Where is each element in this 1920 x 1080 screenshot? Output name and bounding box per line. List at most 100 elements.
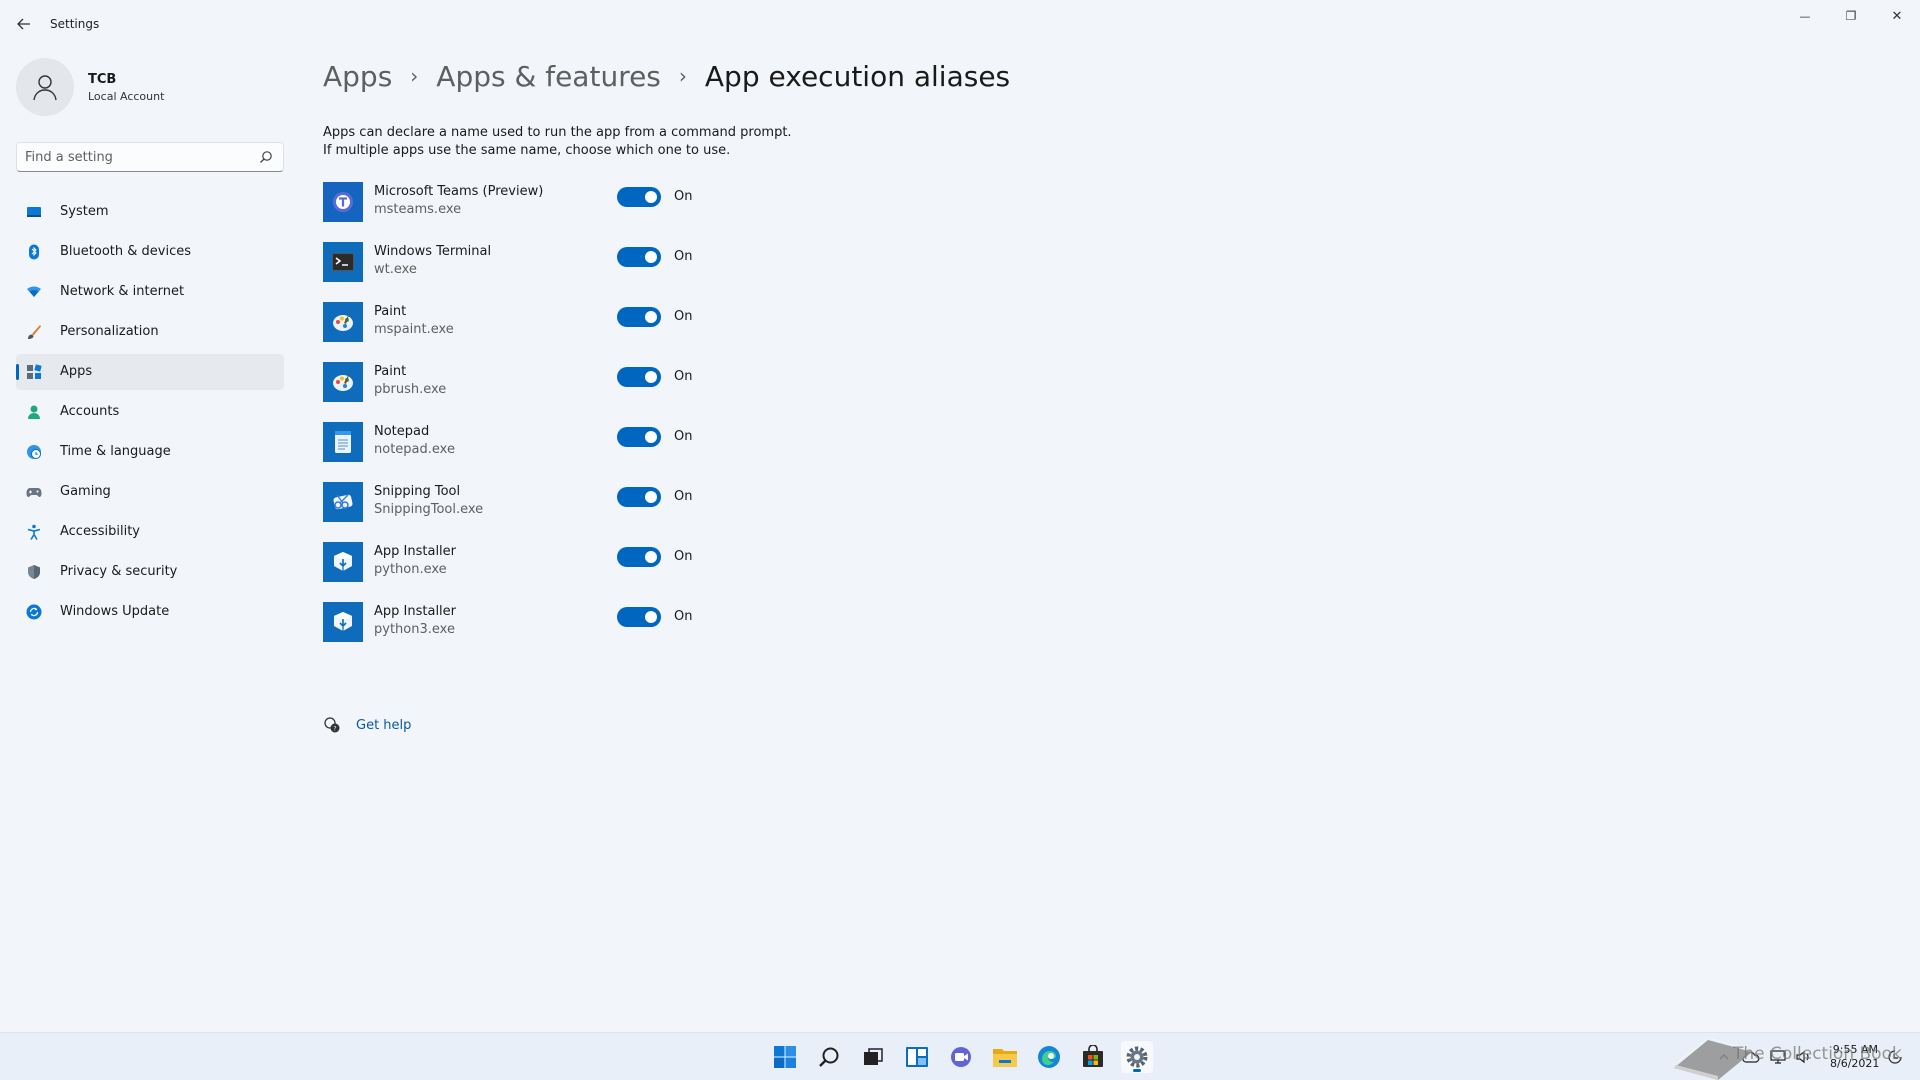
sidebar-item-gaming[interactable]: Gaming bbox=[16, 474, 284, 510]
search-icon[interactable] bbox=[259, 150, 273, 164]
sidebar-item-label: Bluetooth & devices bbox=[60, 244, 191, 259]
toggle-state: On bbox=[674, 369, 693, 384]
restore-icon: ❐ bbox=[1845, 9, 1857, 23]
help-chat-icon: ? bbox=[324, 717, 340, 733]
taskbar-search-button[interactable] bbox=[813, 1041, 845, 1073]
app-name: Paint bbox=[374, 304, 407, 319]
settings-taskbar-button[interactable] bbox=[1121, 1041, 1153, 1073]
system-icon bbox=[26, 204, 42, 220]
notepad-icon bbox=[323, 422, 363, 462]
sidebar-item-accounts[interactable]: Accounts bbox=[16, 394, 284, 430]
svg-text:?: ? bbox=[333, 726, 336, 733]
app-name: App Installer bbox=[374, 604, 457, 619]
file-explorer-button[interactable] bbox=[989, 1041, 1021, 1073]
search-box[interactable] bbox=[16, 142, 284, 172]
sidebar-item-privacy-security[interactable]: Privacy & security bbox=[16, 554, 284, 590]
app-name: Paint bbox=[374, 364, 407, 379]
settings-window: Settings — ❐ ✕ TCB Local Account System … bbox=[0, 0, 1920, 1032]
alias-toggle[interactable] bbox=[617, 307, 661, 327]
back-arrow-icon bbox=[17, 18, 30, 30]
chat-button[interactable] bbox=[945, 1041, 977, 1073]
sidebar-item-label: System bbox=[60, 204, 109, 219]
app-name: Microsoft Teams (Preview) bbox=[374, 184, 544, 199]
sidebar-item-label: Personalization bbox=[60, 324, 159, 339]
search-input[interactable] bbox=[25, 148, 245, 166]
alias-toggle[interactable] bbox=[617, 547, 661, 567]
sidebar-item-windows-update[interactable]: Windows Update bbox=[16, 594, 284, 630]
globe-clock-icon bbox=[26, 444, 42, 460]
close-icon: ✕ bbox=[1891, 8, 1903, 24]
user-profile[interactable]: TCB Local Account bbox=[16, 56, 286, 116]
toggle-knob bbox=[645, 191, 657, 203]
watermark-text: The Collection Book bbox=[1733, 1044, 1902, 1064]
sidebar-item-label: Gaming bbox=[60, 484, 111, 499]
sidebar-item-label: Apps bbox=[60, 364, 93, 379]
task-view-button[interactable] bbox=[857, 1041, 889, 1073]
app-exe: wt.exe bbox=[374, 262, 417, 277]
close-button[interactable]: ✕ bbox=[1874, 0, 1920, 32]
toggle-state: On bbox=[674, 309, 693, 324]
update-icon bbox=[26, 604, 42, 620]
alias-toggle[interactable] bbox=[617, 607, 661, 627]
app-exe: SnippingTool.exe bbox=[374, 502, 484, 517]
page-title: App execution aliases bbox=[704, 59, 1011, 93]
accessibility-icon bbox=[26, 524, 42, 540]
app-exe: msteams.exe bbox=[374, 202, 462, 217]
alias-row-snippingtool: Snipping Tool SnippingTool.exe On bbox=[323, 480, 803, 540]
alias-toggle[interactable] bbox=[617, 187, 661, 207]
toggle-knob bbox=[645, 491, 657, 503]
sidebar-item-accessibility[interactable]: Accessibility bbox=[16, 514, 284, 550]
wifi-icon bbox=[26, 284, 42, 300]
maximize-button[interactable]: ❐ bbox=[1828, 0, 1874, 32]
back-button[interactable] bbox=[12, 12, 36, 36]
breadcrumb-apps[interactable]: Apps bbox=[323, 60, 392, 93]
apps-icon bbox=[26, 364, 42, 380]
sidebar-item-label: Accessibility bbox=[60, 524, 140, 539]
app-name: Snipping Tool bbox=[374, 484, 461, 499]
app-exe: notepad.exe bbox=[374, 442, 455, 457]
page-description: Apps can declare a name used to run the … bbox=[323, 124, 792, 160]
taskbar: 9:55 AM 8/6/2021 bbox=[0, 1032, 1920, 1080]
breadcrumb-apps-features[interactable]: Apps & features bbox=[436, 60, 661, 93]
toggle-state: On bbox=[674, 429, 693, 444]
sidebar-item-network[interactable]: Network & internet bbox=[16, 274, 284, 310]
start-button[interactable] bbox=[769, 1041, 801, 1073]
window-title: Settings bbox=[50, 17, 100, 31]
bluetooth-icon bbox=[26, 244, 42, 260]
snipping-tool-icon bbox=[323, 482, 363, 522]
sidebar-item-apps[interactable]: Apps bbox=[16, 354, 284, 390]
toggle-knob bbox=[645, 551, 657, 563]
alias-toggle[interactable] bbox=[617, 487, 661, 507]
toggle-knob bbox=[645, 311, 657, 323]
alias-list: Microsoft Teams (Preview) msteams.exe On… bbox=[323, 180, 803, 660]
toggle-knob bbox=[645, 251, 657, 263]
sidebar-nav: System Bluetooth & devices Network & int… bbox=[16, 194, 284, 634]
app-name: App Installer bbox=[374, 544, 457, 559]
sidebar-item-label: Privacy & security bbox=[60, 564, 178, 579]
sidebar-item-system[interactable]: System bbox=[16, 194, 284, 230]
sidebar-item-time-language[interactable]: Time & language bbox=[16, 434, 284, 470]
breadcrumb-separator: › bbox=[410, 64, 419, 88]
person-icon bbox=[26, 404, 42, 420]
app-installer-icon bbox=[323, 542, 363, 582]
breadcrumb: Apps › Apps & features › App execution a… bbox=[323, 56, 1010, 96]
alias-toggle[interactable] bbox=[617, 367, 661, 387]
sidebar-item-personalization[interactable]: Personalization bbox=[16, 314, 284, 350]
store-button[interactable] bbox=[1077, 1041, 1109, 1073]
brush-icon bbox=[26, 324, 42, 340]
widgets-button[interactable] bbox=[901, 1041, 933, 1073]
alias-row-msteams: Microsoft Teams (Preview) msteams.exe On bbox=[323, 180, 803, 240]
minimize-button[interactable]: — bbox=[1782, 0, 1828, 32]
toggle-state: On bbox=[674, 489, 693, 504]
edge-button[interactable] bbox=[1033, 1041, 1065, 1073]
app-exe: mspaint.exe bbox=[374, 322, 454, 337]
chat-icon bbox=[951, 1047, 971, 1067]
toggle-state: On bbox=[674, 549, 693, 564]
person-avatar-icon bbox=[33, 75, 57, 101]
sidebar-item-bluetooth[interactable]: Bluetooth & devices bbox=[16, 234, 284, 270]
alias-toggle[interactable] bbox=[617, 247, 661, 267]
alias-toggle[interactable] bbox=[617, 427, 661, 447]
get-help-link[interactable]: Get help bbox=[356, 718, 411, 733]
teams-icon bbox=[323, 182, 363, 222]
user-name: TCB bbox=[88, 72, 117, 87]
